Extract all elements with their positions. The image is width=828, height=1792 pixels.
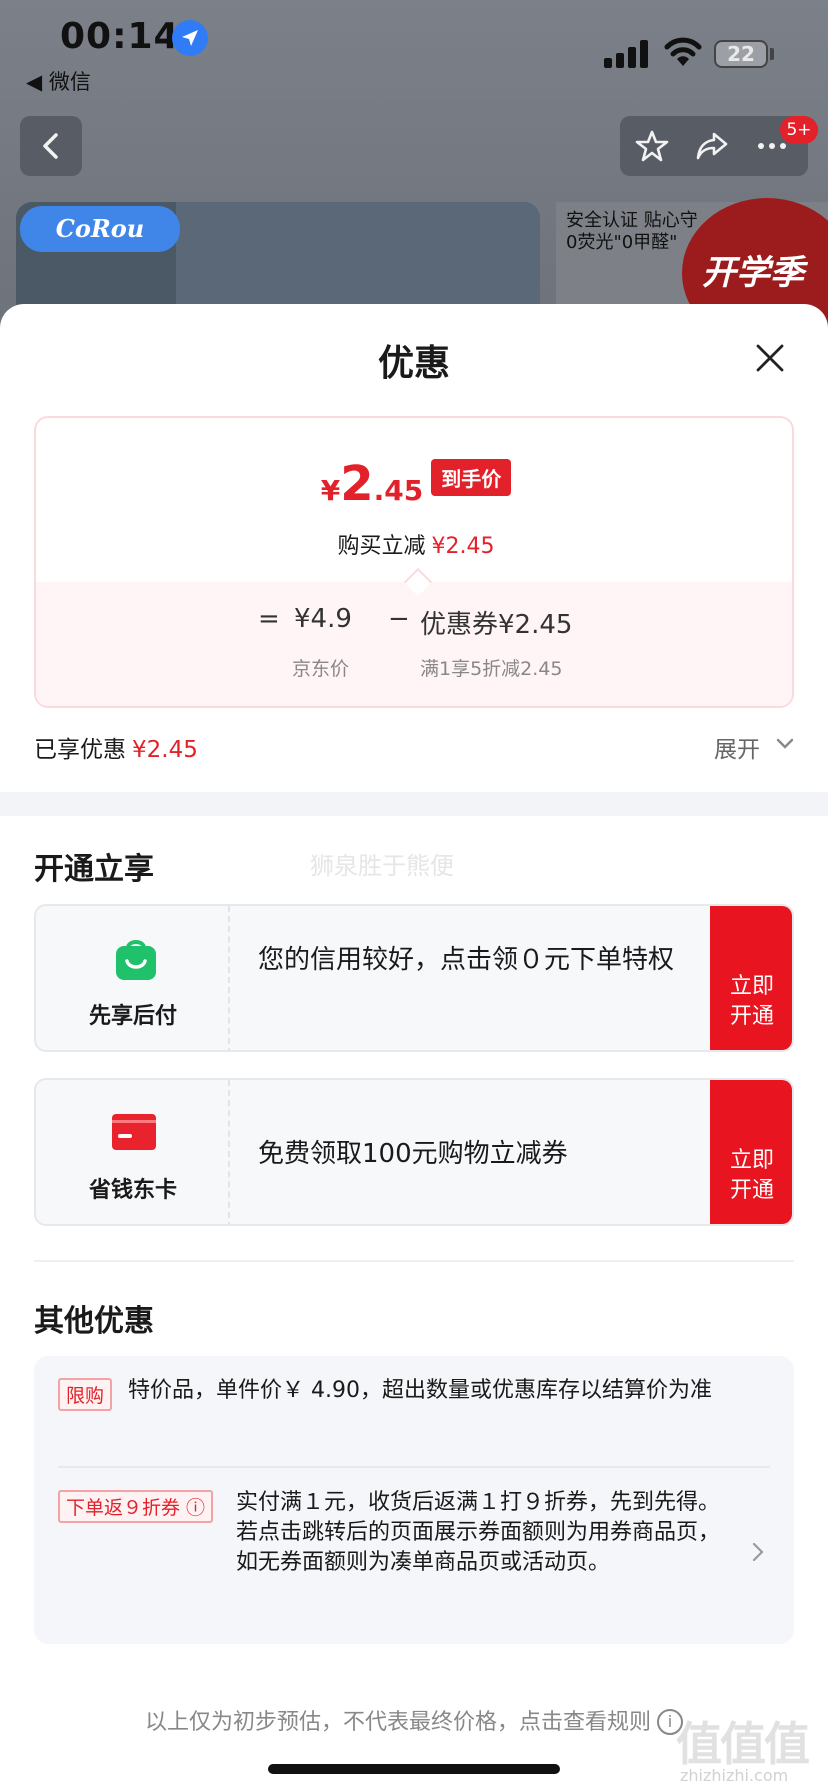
final-price-section: ¥2.45 到手价 购买立减 ¥2.45 bbox=[36, 418, 792, 582]
pay-later-brand: 先享后付 bbox=[36, 906, 230, 1050]
calc-coupon: 优惠券¥2.45 bbox=[420, 610, 573, 640]
other-section-title: 其他优惠 bbox=[34, 1304, 154, 1339]
status-bar: 00:14 ◀ 微信 22 bbox=[0, 0, 828, 100]
battery-indicator: 22 bbox=[714, 40, 768, 68]
price-breakdown-card: ¥2.45 到手价 购买立减 ¥2.45 = ¥4.9 − 优惠券¥2.45 京东价… bbox=[34, 416, 794, 708]
site-watermark: 值值值 bbox=[676, 1717, 810, 1771]
limit-text: 特价品，单件价￥ 4.90，超出数量或优惠库存以结算价为准 bbox=[128, 1378, 712, 1403]
calc-base-label: 京东价 bbox=[292, 658, 350, 680]
expand-button[interactable]: 展开 bbox=[714, 730, 794, 764]
limit-tag: 限购 bbox=[58, 1378, 113, 1411]
notification-badge: 5+ bbox=[780, 116, 818, 144]
background-page: 00:14 ◀ 微信 22 5+ CoRou 安全认证 贴心守 0荧光"0甲醛"… bbox=[0, 0, 828, 348]
final-price-pill: 到手价 bbox=[431, 459, 512, 496]
reduce-value: ¥2.45 bbox=[431, 534, 495, 559]
final-price: ¥2.45 到手价 bbox=[36, 456, 792, 512]
open-section-title: 开通立享 bbox=[34, 852, 154, 887]
other-discounts-box: 限购 特价品，单件价￥ 4.90，超出数量或优惠库存以结算价为准 下单返９折券 … bbox=[34, 1356, 794, 1644]
banner-text-2: 0荧光"0甲醛" bbox=[566, 232, 678, 253]
promo-banner: 安全认证 贴心守 0荧光"0甲醛" 开学季 bbox=[556, 198, 828, 348]
pay-later-open-label: 立即 开通 bbox=[729, 974, 774, 1029]
card-icon bbox=[112, 1114, 156, 1150]
back-button[interactable] bbox=[20, 116, 82, 176]
chevron-right-icon[interactable] bbox=[752, 1542, 764, 1562]
price-decimal: .45 bbox=[373, 474, 424, 507]
calc-base-price: ¥4.9 bbox=[294, 604, 352, 634]
home-indicator bbox=[268, 1764, 560, 1774]
saving-card-brand: 省钱东卡 bbox=[36, 1080, 230, 1224]
price-currency: ¥ bbox=[320, 474, 341, 507]
share-icon[interactable] bbox=[694, 128, 730, 164]
price-calculation: = ¥4.9 − 优惠券¥2.45 京东价 满1享5折减2.45 bbox=[36, 582, 792, 706]
instant-reduce-row: 购买立减 ¥2.45 bbox=[36, 528, 792, 560]
pay-later-desc: 您的信用较好，点击领０元下单特权 bbox=[258, 945, 675, 975]
location-arrow-icon bbox=[172, 20, 208, 56]
reduce-label: 购买立减 bbox=[337, 534, 426, 559]
saving-card-open-button[interactable]: 立即 开通 bbox=[710, 1080, 792, 1224]
saving-card-name: 省钱东卡 bbox=[88, 1178, 177, 1203]
calc-minus: − bbox=[388, 604, 410, 634]
back-to-app-link[interactable]: ◀ 微信 bbox=[26, 66, 91, 96]
battery-tip bbox=[770, 48, 774, 60]
expand-label: 展开 bbox=[714, 737, 760, 763]
item-separator bbox=[58, 1466, 770, 1468]
rules-text: 以上仅为初步预估，不代表最终价格，点击查看规则 bbox=[144, 1710, 651, 1735]
pay-later-card[interactable]: 先享后付 您的信用较好，点击领０元下单特权 立即 开通 bbox=[34, 904, 794, 1052]
sheet-title: 优惠 bbox=[377, 343, 450, 384]
enjoyed-value: ¥2.45 bbox=[132, 737, 198, 763]
saving-card-open-label: 立即 开通 bbox=[729, 1148, 774, 1203]
close-icon[interactable] bbox=[752, 340, 788, 376]
saving-card-card[interactable]: 省钱东卡 免费领取100元购物立减券 立即 开通 bbox=[34, 1078, 794, 1226]
pay-later-name: 先享后付 bbox=[88, 1004, 177, 1029]
site-watermark-url: zhizhizhi.com bbox=[680, 1766, 789, 1785]
cellular-signal-icon bbox=[604, 40, 650, 68]
shopping-bag-icon bbox=[116, 940, 156, 980]
star-icon[interactable] bbox=[634, 128, 670, 164]
wifi-icon bbox=[664, 37, 702, 66]
banner-text-1: 安全认证 贴心守 bbox=[566, 210, 698, 231]
brand-logo: CoRou bbox=[20, 206, 180, 252]
calc-coupon-label: 满1享5折减2.45 bbox=[420, 658, 563, 680]
return-coupon-text: 实付满１元，收货后返满１打９折券，先到先得。若点击跳转后的页面展示券面额则为用券… bbox=[236, 1490, 721, 1575]
user-watermark: 狮泉胜于熊便 bbox=[310, 852, 454, 880]
section-divider bbox=[0, 792, 828, 816]
discount-sheet: 优惠 ¥2.45 到手价 购买立减 ¥2.45 = ¥4.9 − 优惠券¥2.45 … bbox=[0, 304, 828, 1792]
status-time: 00:14 bbox=[60, 16, 180, 57]
product-box bbox=[176, 202, 540, 320]
chevron-left-icon bbox=[43, 133, 58, 159]
calc-equals: = bbox=[258, 604, 280, 634]
enjoyed-label: 已享优惠 bbox=[34, 737, 126, 763]
return-coupon-tag: 下单返９折券 ⓘ bbox=[58, 1490, 214, 1523]
enjoyed-discount: 已享优惠 ¥2.45 bbox=[34, 730, 198, 764]
saving-card-desc: 免费领取100元购物立减券 bbox=[258, 1139, 568, 1169]
thin-divider bbox=[34, 1260, 794, 1262]
chevron-down-icon bbox=[776, 738, 794, 749]
pay-later-open-button[interactable]: 立即 开通 bbox=[710, 906, 792, 1050]
product-image: CoRou bbox=[16, 202, 540, 320]
price-integer: 2 bbox=[340, 456, 374, 512]
